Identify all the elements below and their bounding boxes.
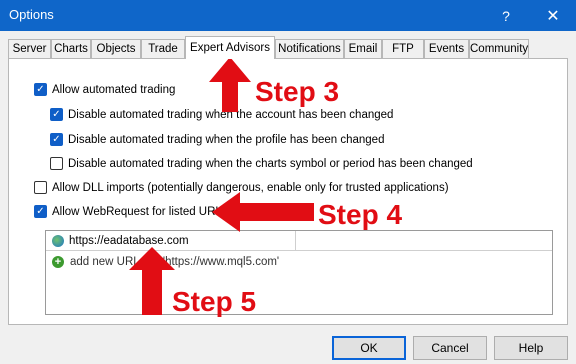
step5-arrow [129, 247, 175, 315]
annotation-arrows [129, 57, 314, 315]
step3-label: Step 3 [255, 76, 340, 107]
tab-expert-advisors[interactable]: Expert Advisors [185, 36, 275, 59]
step4-label: Step 4 [318, 199, 403, 230]
step5-label: Step 5 [172, 286, 257, 317]
step3-arrow [209, 57, 251, 112]
step4-arrow [212, 192, 314, 232]
